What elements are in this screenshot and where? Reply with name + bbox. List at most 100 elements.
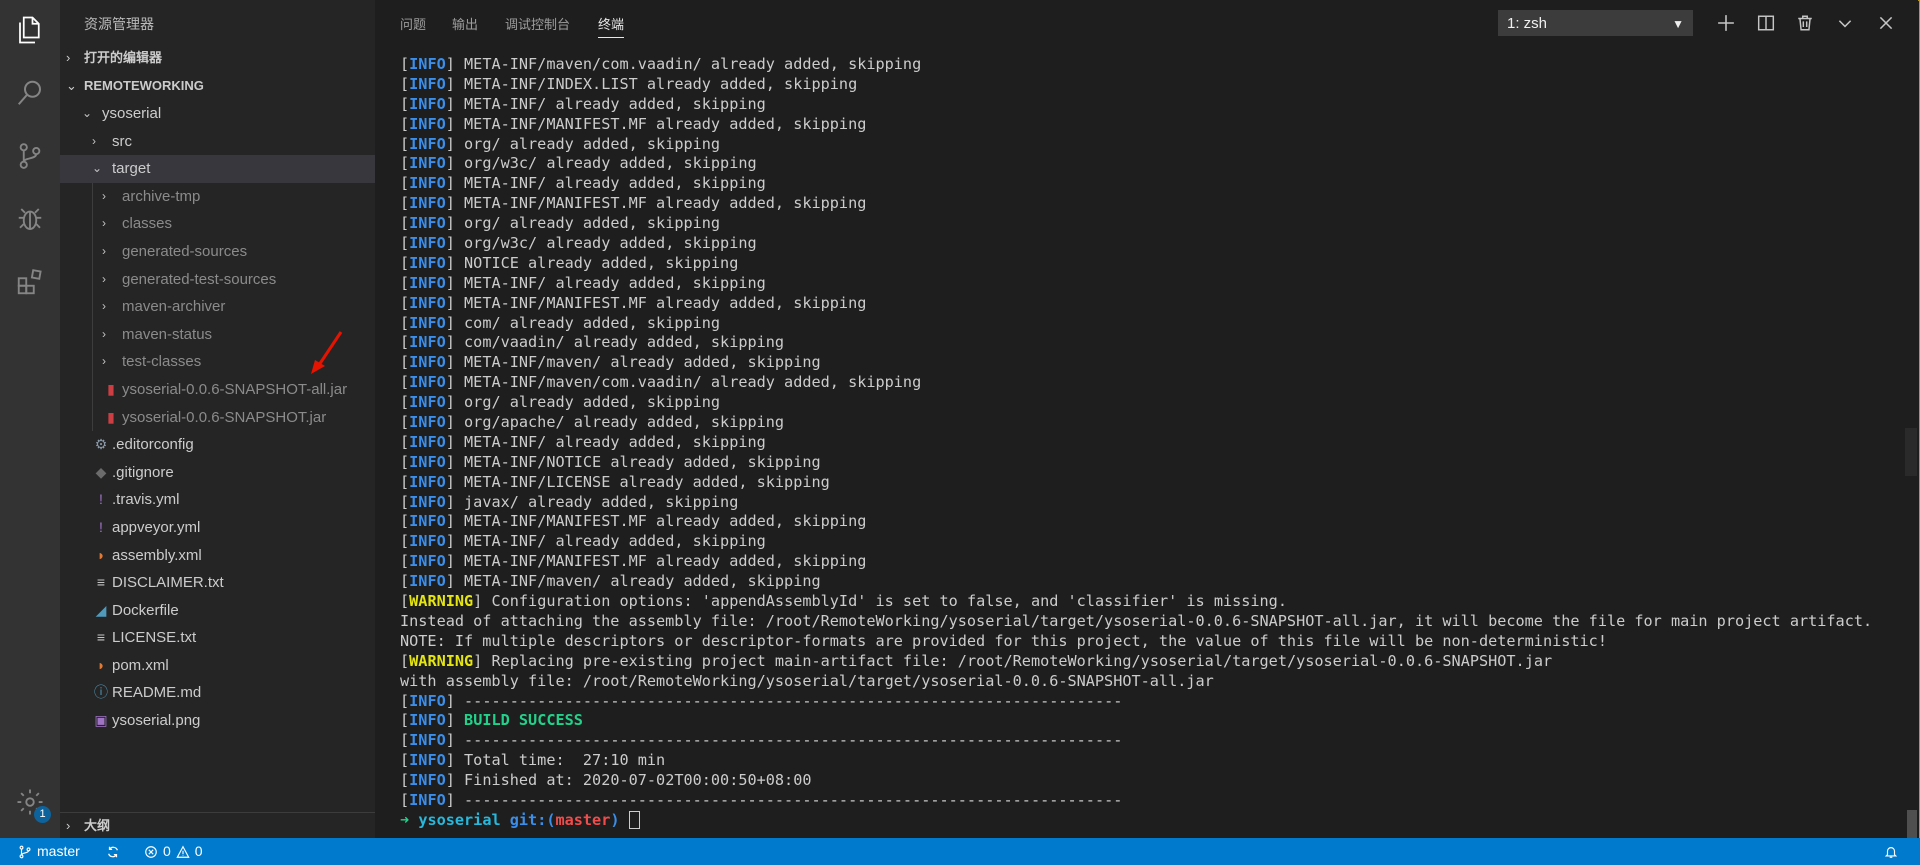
bracket: ] — [445, 413, 455, 432]
tab-debug-console[interactable]: 调试控制台 — [505, 14, 570, 33]
tree-item-label: maven-archiver — [122, 298, 226, 316]
tree-item-label: ysoserial-0.0.6-SNAPSHOT.jar — [122, 408, 327, 426]
jar-file-icon: ▮ — [107, 380, 115, 397]
outline-section[interactable]: › 大纲 — [60, 812, 375, 839]
log-text: META-INF/ already added, skipping — [454, 432, 766, 451]
tree-item[interactable]: ≡ DISCLAIMER.txt — [60, 569, 375, 597]
debug-icon[interactable] — [12, 201, 48, 237]
log-text: org/ already added, skipping — [454, 214, 721, 233]
chevron-right-icon: › — [102, 243, 106, 258]
maximize-panel-button[interactable] — [1831, 9, 1859, 37]
tree-item[interactable]: › classes — [60, 210, 375, 238]
tree-item[interactable]: ▣ ysoserial.png — [60, 707, 375, 735]
bracket: [ — [400, 134, 410, 153]
log-text: META-INF/maven/com.vaadin/ already added… — [454, 373, 922, 392]
tree-item-label: ysoserial.png — [112, 712, 201, 730]
chevron-down-icon — [1838, 20, 1852, 28]
bracket: ] — [445, 532, 455, 551]
log-text: com/ already added, skipping — [454, 313, 721, 332]
tree-item[interactable]: ⌄ ysoserial — [60, 100, 375, 128]
bracket: ] — [445, 74, 455, 93]
tree-item[interactable]: ⌄ target — [60, 155, 375, 183]
chevron-right-icon: › — [102, 326, 106, 341]
bracket: [ — [400, 273, 410, 292]
log-text: META-INF/LICENSE already added, skipping — [454, 472, 830, 491]
tree-item[interactable]: › archive-tmp — [60, 182, 375, 211]
log-text: META-INF/maven/ already added, skipping — [454, 353, 821, 372]
tree-item[interactable]: ⚙ .editorconfig — [60, 431, 375, 459]
tree-item[interactable]: › generated-sources — [60, 237, 375, 266]
tree-item[interactable]: ⓘ README.md — [60, 679, 375, 707]
explorer-icon[interactable] — [12, 12, 48, 48]
source-control-icon[interactable] — [12, 138, 48, 174]
tree-item[interactable]: ! appveyor.yml — [60, 514, 375, 542]
log-text: META-INF/ already added, skipping — [454, 174, 766, 193]
log-text: org/apache/ already added, skipping — [454, 413, 785, 432]
log-level-tag: INFO — [409, 691, 446, 710]
tree-item[interactable]: ◆ .gitignore — [60, 459, 375, 487]
tree-item[interactable]: ≡ LICENSE.txt — [60, 624, 375, 652]
tree-item[interactable]: ▮ ysoserial-0.0.6-SNAPSHOT-all.jar — [60, 375, 375, 404]
log-level-tag: INFO — [409, 512, 446, 531]
yaml-file-icon: ! — [99, 518, 103, 535]
terminal-line: [INFO] Total time: 27:10 min — [400, 751, 1910, 771]
terminal-line: [INFO] META-INF/MANIFEST.MF already adde… — [400, 552, 1910, 572]
notifications-button[interactable] — [1884, 838, 1898, 865]
log-text: META-INF/MANIFEST.MF already added, skip… — [454, 552, 867, 571]
open-editors-section[interactable]: › 打开的编辑器 — [60, 46, 375, 70]
bracket: [ — [400, 790, 410, 809]
log-text: Finished at: 2020-07-02T00:00:50+08:00 — [454, 771, 812, 790]
workspace-section[interactable]: ⌄ REMOTEWORKING — [60, 74, 375, 98]
bracket: ] — [473, 651, 483, 670]
sync-button[interactable] — [106, 838, 120, 865]
chevron-right-icon: › — [92, 133, 96, 148]
terminal-line: [INFO] META-INF/ already added, skipping — [400, 433, 1910, 453]
new-terminal-button[interactable] — [1712, 9, 1740, 37]
log-text: META-INF/INDEX.LIST already added, skipp… — [454, 74, 858, 93]
kill-terminal-button[interactable] — [1791, 9, 1819, 37]
log-text: META-INF/maven/ already added, skipping — [454, 572, 821, 591]
bracket: [ — [400, 592, 410, 611]
bracket: ] — [445, 55, 455, 73]
terminal-line: [INFO] NOTICE already added, skipping — [400, 254, 1910, 274]
bracket: ] — [445, 154, 455, 173]
split-terminal-button[interactable] — [1752, 9, 1780, 37]
tree-item[interactable]: › maven-archiver — [60, 293, 375, 321]
tab-output[interactable]: 输出 — [452, 14, 478, 33]
tree-item[interactable]: ◗ assembly.xml — [60, 542, 375, 570]
tree-item-label: target — [112, 160, 151, 178]
tree-item[interactable]: ◗ pom.xml — [60, 652, 375, 680]
log-text: META-INF/NOTICE already added, skipping — [454, 452, 821, 471]
terminal-line: [INFO] org/w3c/ already added, skipping — [400, 234, 1910, 254]
log-level-tag: INFO — [409, 790, 446, 809]
terminal-select-value: 1: zsh — [1507, 15, 1548, 32]
log-level-tag: INFO — [409, 134, 446, 153]
search-icon[interactable] — [12, 75, 48, 111]
tree-item-label: .travis.yml — [112, 491, 180, 509]
tab-problems[interactable]: 问题 — [400, 14, 426, 33]
terminal-select[interactable]: 1: zsh ▼ — [1498, 10, 1693, 36]
tab-terminal[interactable]: 终端 — [598, 14, 625, 38]
bracket: ] — [445, 373, 455, 392]
bracket: [ — [400, 472, 410, 491]
log-text: org/w3c/ already added, skipping — [454, 234, 757, 253]
bracket: [ — [400, 293, 410, 312]
terminal-scrollbar[interactable] — [1907, 810, 1917, 838]
close-panel-button[interactable] — [1872, 9, 1900, 37]
extensions-icon[interactable] — [12, 264, 48, 300]
bracket: ] — [473, 592, 483, 611]
branch-status[interactable]: master — [18, 838, 80, 865]
tree-item-label: .editorconfig — [112, 436, 194, 454]
terminal-line: [INFO] META-INF/MANIFEST.MF already adde… — [400, 512, 1910, 532]
tree-item[interactable]: › src — [60, 128, 375, 156]
problems-status[interactable]: 0 0 — [144, 838, 203, 865]
tree-item[interactable]: ◢ Dockerfile — [60, 597, 375, 625]
terminal-output[interactable]: [INFO] META-INF/maven/com.vaadin/ alread… — [400, 55, 1910, 831]
chevron-right-icon: › — [102, 299, 106, 314]
terminal-line: [INFO] META-INF/INDEX.LIST already added… — [400, 75, 1910, 95]
tree-item[interactable]: ▮ ysoserial-0.0.6-SNAPSHOT.jar — [60, 403, 375, 432]
tree-item-label: pom.xml — [112, 656, 169, 674]
tree-item[interactable]: ! .travis.yml — [60, 486, 375, 514]
tree-item[interactable]: › generated-test-sources — [60, 265, 375, 294]
shell-prompt[interactable]: ➜ ysoserial git:(master) — [400, 811, 1910, 831]
